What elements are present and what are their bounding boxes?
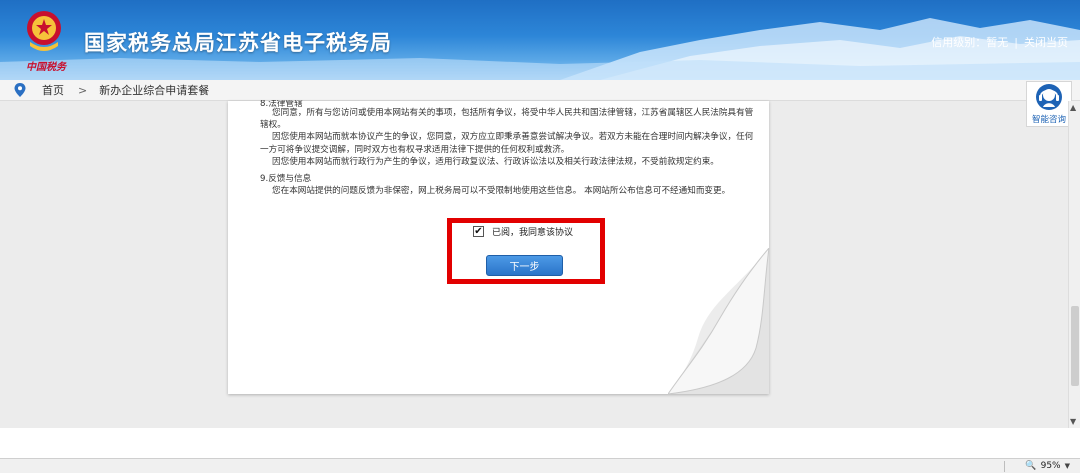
next-step-button[interactable]: 下一步 xyxy=(486,255,563,276)
agreement-paragraph: 您同意，所有与您访问或使用本网站有关的事项，包括所有争议，将受中华人民共和国法律… xyxy=(260,108,754,131)
header-actions: 信用级别：暂无 | 关闭当页 xyxy=(931,34,1068,50)
breadcrumb-arrow: > xyxy=(78,83,88,97)
breadcrumb: 首页 > 新办企业综合申请套餐 xyxy=(0,80,1080,101)
site-header: 中国税务 国家税务总局江苏省电子税务局 信用级别：暂无 | 关闭当页 xyxy=(0,0,1080,80)
header-separator: | xyxy=(1014,35,1018,49)
zoom-icon: 🔍 xyxy=(1025,461,1037,471)
credit-level: 信用级别：暂无 xyxy=(931,36,1009,49)
breadcrumb-current: 新办企业综合申请套餐 xyxy=(99,84,210,97)
page-curl-decoration xyxy=(668,248,770,395)
scroll-down-icon[interactable]: ▼ xyxy=(1070,417,1076,426)
vertical-scrollbar[interactable]: ▲ ▼ xyxy=(1068,101,1080,428)
tax-emblem-icon xyxy=(27,11,61,51)
agree-checkbox[interactable]: ✔ xyxy=(473,226,484,237)
smart-consult-label: 智能咨询 xyxy=(1031,115,1066,125)
zoom-control[interactable]: 🔍 95% ▼ xyxy=(1025,461,1070,471)
location-pin-icon xyxy=(14,83,26,97)
section-title: 9.反馈与信息 xyxy=(260,174,312,185)
customer-service-icon xyxy=(1036,84,1062,110)
main-content: 8.法律管辖 您同意，所有与您访问或使用本网站有关的事项，包括所有争议，将受中华… xyxy=(0,100,1068,428)
scroll-up-icon[interactable]: ▲ xyxy=(1070,103,1076,112)
section-title: 8.法律管辖 xyxy=(260,100,303,107)
agreement-text: 8.法律管辖 您同意，所有与您访问或使用本网站有关的事项，包括所有争议，将受中华… xyxy=(260,100,760,197)
scroll-thumb[interactable] xyxy=(1071,306,1079,386)
zoom-dropdown-icon[interactable]: ▼ xyxy=(1065,462,1070,470)
agree-label[interactable]: 已阅，我同意该协议 xyxy=(492,225,573,238)
agreement-paragraph: 因您使用本网站而就行政行为产生的争议，适用行政复议法、行政诉讼法以及相关行政法律… xyxy=(272,156,719,167)
smart-consult-widget[interactable]: 智能咨询 xyxy=(1026,81,1072,127)
close-page-link[interactable]: 关闭当页 xyxy=(1024,34,1068,50)
browser-status-bar: 🔍 95% ▼ xyxy=(0,458,1080,473)
agree-checkbox-row[interactable]: ✔ 已阅，我同意该协议 xyxy=(473,225,573,238)
zoom-level: 95% xyxy=(1040,461,1061,471)
site-title: 国家税务总局江苏省电子税务局 xyxy=(84,31,392,55)
logo-text: 中国税务 xyxy=(26,62,66,73)
breadcrumb-home-link[interactable]: 首页 xyxy=(42,82,64,98)
page-footer-area xyxy=(0,428,1080,458)
agreement-paragraph: 因您使用本网站而就本协议产生的争议，您同意，双方应立即秉承善意尝试解决争议。若双… xyxy=(260,132,754,155)
status-divider xyxy=(1004,461,1005,472)
agreement-paragraph: 您在本网站提供的问题反馈为非保密，网上税务局可以不受限制地使用这些信息。 本网站… xyxy=(272,186,731,197)
